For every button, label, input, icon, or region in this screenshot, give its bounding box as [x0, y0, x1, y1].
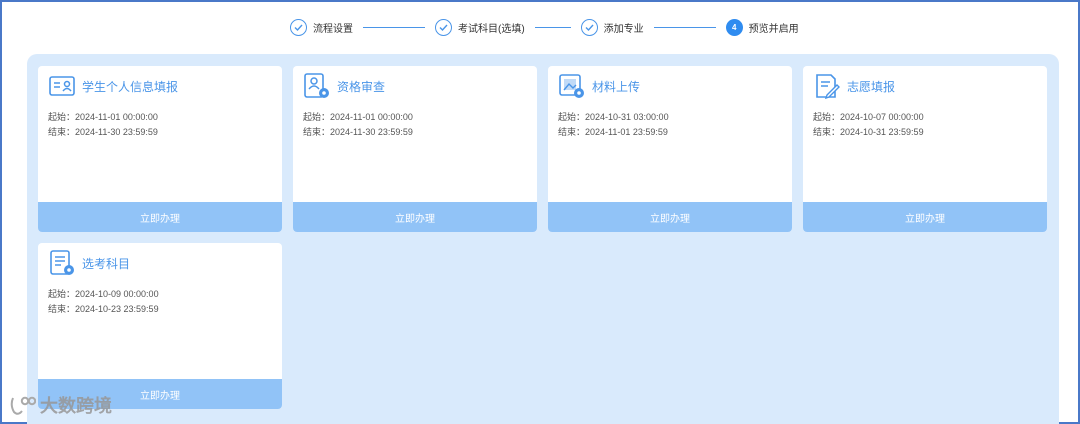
step-label: 流程设置 — [313, 23, 353, 35]
card-material-upload: 材料上传 起始：2024-10-31 03:00:00 结束：2024-11-0… — [548, 66, 792, 232]
image-upload-icon — [559, 74, 584, 98]
step-number-badge: 4 — [725, 18, 743, 36]
start-time: 起始：2024-10-07 00:00:00 — [813, 112, 924, 122]
card-student-info: 学生个人信息填报 起始：2024-11-01 00:00:00 结束：2024-… — [38, 66, 282, 232]
step-indicator: 流程设置 考试科目(选填) 添加专业 4 预览并启用 — [290, 16, 799, 38]
id-card-icon — [49, 76, 75, 96]
preview-panel: 学生个人信息填报 起始：2024-11-01 00:00:00 结束：2024-… — [27, 54, 1059, 424]
start-time: 起始：2024-11-01 00:00:00 — [303, 112, 413, 122]
end-time: 结束：2024-11-30 23:59:59 — [303, 127, 413, 137]
end-time: 结束：2024-11-01 23:59:59 — [558, 127, 668, 137]
handle-now-button[interactable]: 立即办理 — [293, 202, 537, 232]
watermark-text: 大数跨境 — [40, 396, 112, 416]
check-icon — [435, 18, 452, 36]
card-title: 资格审查 — [337, 79, 386, 94]
step-connector — [534, 26, 571, 28]
end-time: 结束：2024-10-31 23:59:59 — [813, 127, 924, 137]
step-label: 考试科目(选填) — [458, 23, 525, 35]
step-connector — [363, 26, 425, 28]
check-icon — [290, 18, 307, 36]
handle-now-button[interactable]: 立即办理 — [548, 202, 792, 232]
end-time: 结束：2024-10-23 23:59:59 — [48, 304, 159, 314]
step-exam-subjects[interactable]: 考试科目(选填) — [435, 18, 525, 36]
card-volunteer-fill: 志愿填报 起始：2024-10-07 00:00:00 结束：2024-10-3… — [803, 66, 1047, 232]
doc-gear-icon — [50, 250, 74, 275]
end-time: 结束：2024-11-30 23:59:59 — [48, 127, 158, 137]
step-label: 添加专业 — [603, 23, 644, 35]
user-gear-icon — [304, 73, 329, 98]
start-time: 起始：2024-11-01 00:00:00 — [48, 112, 158, 122]
step-preview-enable[interactable]: 4 预览并启用 — [725, 18, 799, 36]
start-time: 起始：2024-10-31 03:00:00 — [558, 112, 669, 122]
handle-now-button[interactable]: 立即办理 — [803, 202, 1047, 232]
watermark-logo-icon — [10, 396, 36, 415]
card-elective-subjects: 选考科目 起始：2024-10-09 00:00:00 结束：2024-10-2… — [38, 243, 282, 409]
card-title: 学生个人信息填报 — [82, 79, 179, 94]
check-icon — [580, 18, 598, 36]
card-title: 选考科目 — [82, 256, 131, 271]
step-add-major[interactable]: 添加专业 — [580, 18, 644, 36]
doc-edit-icon — [816, 74, 840, 100]
start-time: 起始：2024-10-09 00:00:00 — [48, 289, 159, 299]
watermark: 大数跨境 — [10, 392, 112, 418]
step-label: 预览并启用 — [748, 23, 799, 35]
window-frame: 流程设置 考试科目(选填) 添加专业 4 预览并启用 学生个人信息填报 起始：2… — [0, 0, 1080, 424]
card-title: 志愿填报 — [847, 79, 896, 94]
handle-now-button[interactable]: 立即办理 — [38, 202, 282, 232]
step-process-settings[interactable]: 流程设置 — [290, 18, 353, 36]
card-qualification-review: 资格审查 起始：2024-11-01 00:00:00 结束：2024-11-3… — [293, 66, 537, 232]
step-connector — [653, 26, 716, 28]
card-title: 材料上传 — [592, 79, 641, 94]
